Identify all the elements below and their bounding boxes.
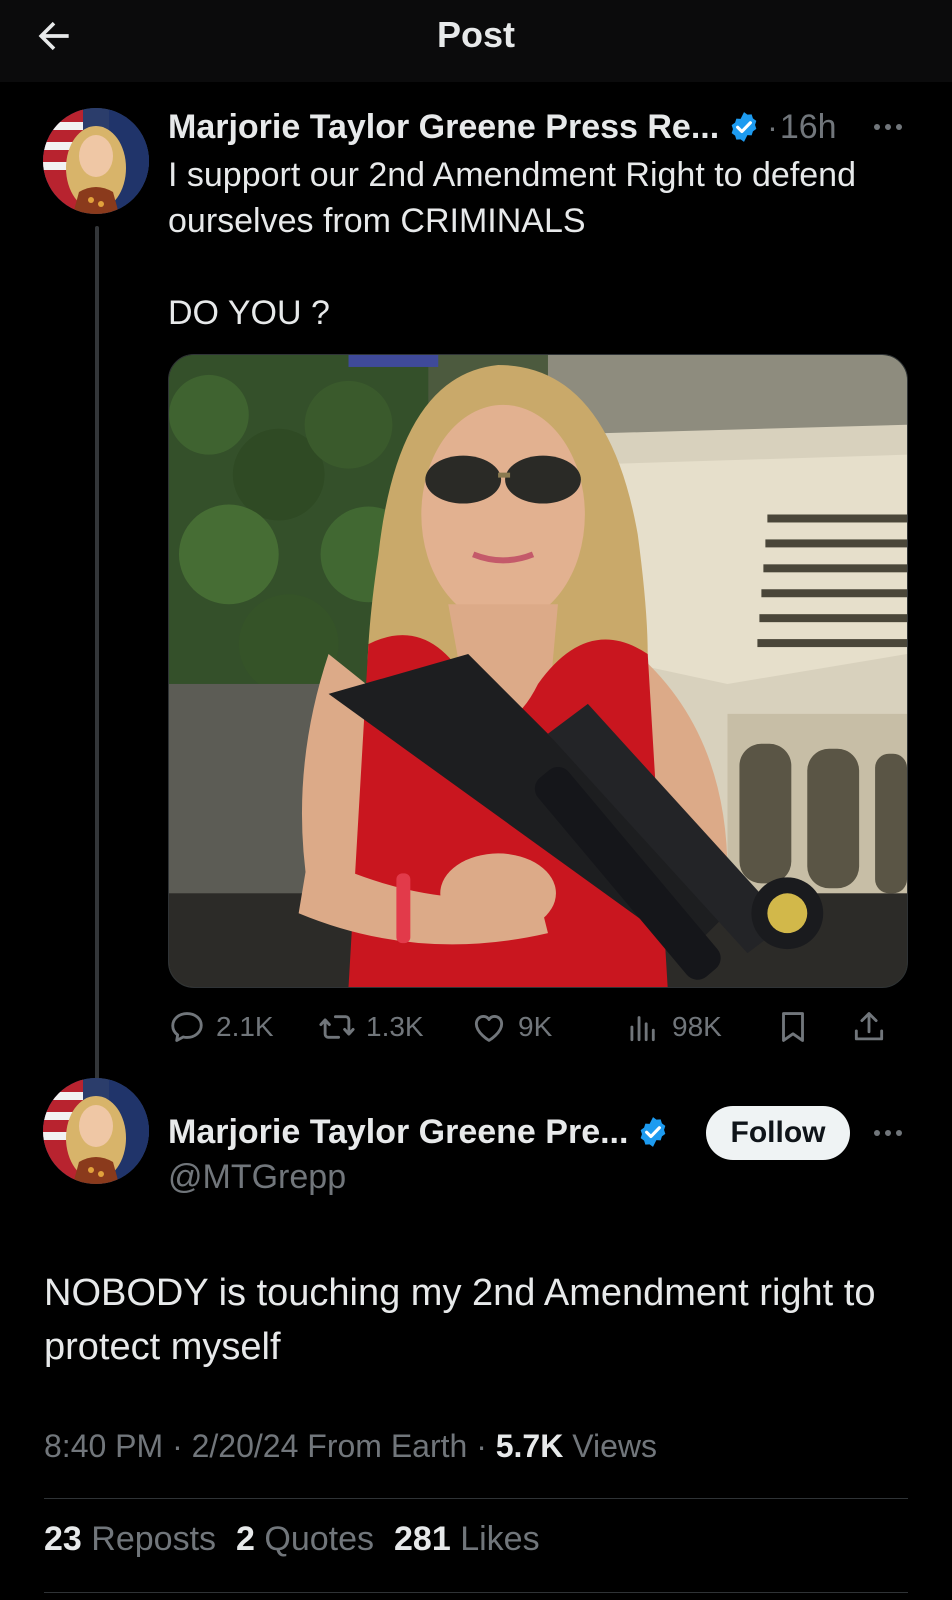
post-views-count: 5.7K (495, 1428, 564, 1464)
avatar-image (43, 108, 149, 214)
engagement-stats: 23 Reposts 2 Quotes 281 Likes (44, 1520, 540, 1559)
like-count: 9K (518, 1011, 553, 1042)
like-icon (474, 1014, 504, 1042)
reply-count: 2.1K (216, 1011, 274, 1042)
main-post-handle[interactable]: @MTGrepp (168, 1158, 346, 1197)
top-bar: Post (0, 0, 952, 82)
views-count: 98K (672, 1011, 722, 1042)
reposts-label: Reposts (91, 1520, 217, 1558)
post-timestamp[interactable]: 8:40 PM · 2/20/24 From Earth · (44, 1428, 496, 1464)
meta-separator: · (767, 108, 778, 145)
follow-button[interactable]: Follow (706, 1106, 850, 1160)
main-post-text: NOBODY is touching my 2nd Amendment righ… (44, 1272, 876, 1368)
likes-count: 281 (394, 1520, 451, 1558)
avatar-main-post[interactable] (43, 1078, 149, 1184)
avatar-image (43, 1078, 149, 1184)
parent-post-header: Marjorie Taylor Greene Press Re... · 16h (168, 104, 908, 150)
likes-label: Likes (460, 1520, 540, 1558)
photo-image (169, 355, 907, 987)
repost-count: 1.3K (366, 1011, 424, 1042)
share-button[interactable] (850, 1004, 888, 1050)
parent-post-author-name[interactable]: Marjorie Taylor Greene Press Re... (168, 108, 719, 147)
thread-connector-line (95, 226, 99, 1094)
verified-badge-icon (641, 1117, 666, 1147)
likes-stat[interactable]: 281 Likes (394, 1520, 540, 1559)
parent-post-time[interactable]: 16h (780, 108, 837, 147)
parent-post-more-button[interactable] (868, 110, 908, 144)
divider (44, 1592, 908, 1593)
divider (44, 1498, 908, 1499)
views-icon (630, 1016, 655, 1042)
like-button[interactable]: 9K (470, 1004, 552, 1050)
more-icon (874, 124, 880, 130)
post-timestamp-line: 8:40 PM · 2/20/24 From Earth · 5.7K View… (44, 1428, 657, 1465)
parent-post-action-bar: 2.1K 1.3K 9K 98K (168, 1004, 908, 1050)
share-icon (854, 1012, 884, 1041)
post-media-photo[interactable] (168, 354, 908, 988)
views-button[interactable]: 98K (624, 1004, 722, 1050)
reply-button[interactable]: 2.1K (168, 1004, 274, 1050)
main-post-author-name[interactable]: Marjorie Taylor Greene Pre... (168, 1113, 628, 1152)
more-icon (874, 1130, 880, 1136)
post-views-label: Views (563, 1428, 657, 1464)
verified-badge-icon (731, 112, 757, 142)
parent-post-text: I support our 2nd Amendment Right to def… (168, 152, 908, 336)
main-post-more-button[interactable] (868, 1116, 908, 1150)
quotes-label: Quotes (264, 1520, 375, 1558)
reposts-stat[interactable]: 23 Reposts (44, 1520, 216, 1559)
quotes-stat[interactable]: 2 Quotes (236, 1520, 374, 1559)
parent-post-text-question: DO YOU ? (168, 294, 330, 332)
avatar-parent-post[interactable] (43, 108, 149, 214)
repost-button[interactable]: 1.3K (318, 1004, 424, 1050)
reply-icon (171, 1012, 203, 1042)
parent-post-text-line: I support our 2nd Amendment Right to def… (168, 156, 866, 240)
main-post-header: Marjorie Taylor Greene Pre... Follow (168, 1106, 908, 1160)
bookmark-button[interactable] (774, 1004, 812, 1050)
repost-icon (319, 1015, 355, 1039)
quotes-count: 2 (236, 1520, 255, 1558)
bookmark-icon (782, 1012, 804, 1042)
reposts-count: 23 (44, 1520, 82, 1558)
page-title: Post (436, 14, 515, 55)
